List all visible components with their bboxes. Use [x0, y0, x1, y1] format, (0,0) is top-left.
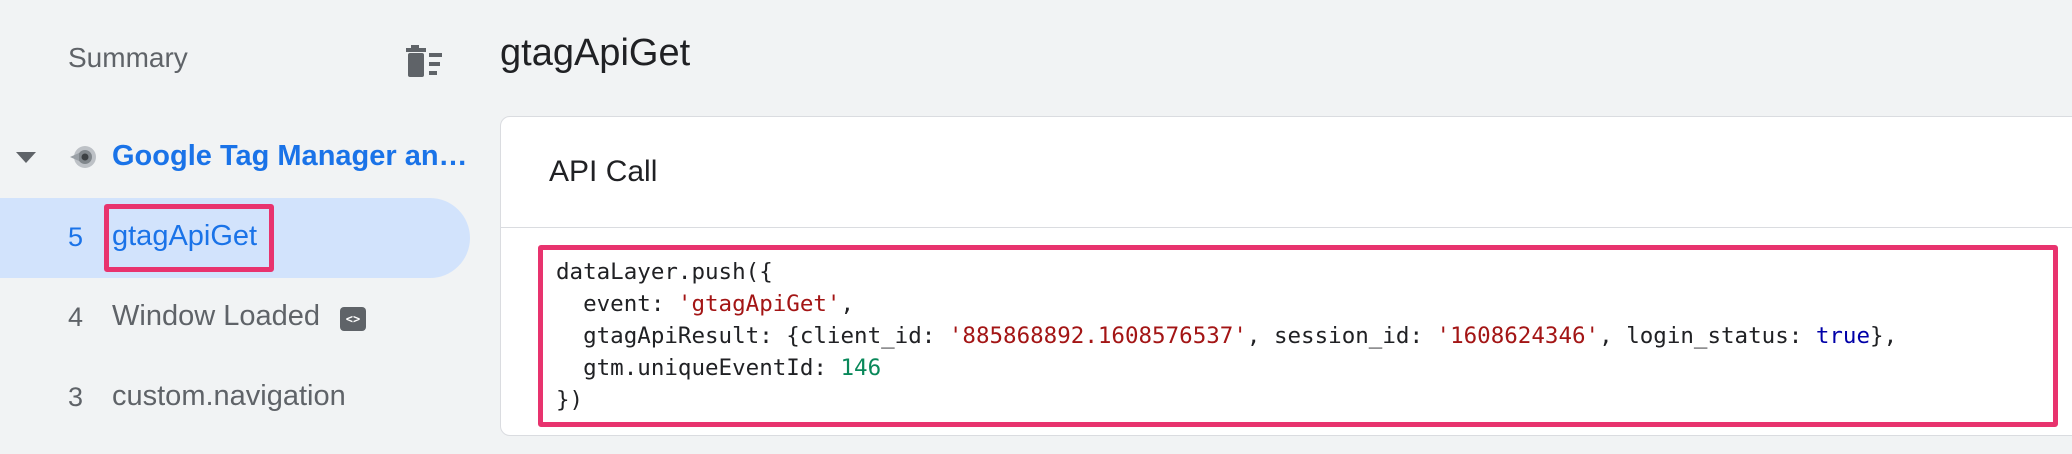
- code-string: '1608624346': [1436, 323, 1600, 349]
- code-string: 'gtagApiGet': [677, 291, 841, 317]
- event-item-window-loaded[interactable]: 4 Window Loaded <>: [0, 278, 470, 358]
- event-label: Window Loaded: [112, 300, 320, 332]
- code-key: session_id: [1273, 323, 1410, 349]
- highlight-annotation: [104, 204, 274, 272]
- container-label: Google Tag Manager an…: [112, 140, 468, 172]
- sidebar: Summary Google Tag Manager an… 5 gtagApi…: [0, 0, 470, 454]
- code-icon: <>: [340, 307, 366, 331]
- code-line: }): [556, 387, 584, 413]
- code-number: 146: [840, 355, 882, 381]
- code-line: dataLayer.push({: [556, 259, 773, 285]
- event-item-custom-navigation[interactable]: 3 custom.navigation: [0, 358, 470, 438]
- event-label: custom.navigation: [112, 380, 346, 412]
- container-icon: [68, 142, 98, 172]
- event-number: 3: [68, 382, 84, 412]
- card-title: API Call: [549, 155, 658, 188]
- page-title: gtagApiGet: [500, 32, 691, 74]
- code-key: client_id: [799, 323, 922, 349]
- code-key: gtagApiResult: [583, 323, 760, 349]
- clear-messages-button[interactable]: [402, 38, 450, 84]
- event-number: 5: [68, 222, 84, 252]
- divider: [501, 227, 2072, 228]
- code-string: '885868892.1608576537': [948, 323, 1247, 349]
- code-block: dataLayer.push({ event: 'gtagApiGet', gt…: [556, 259, 1898, 413]
- delete-sweep-icon: [406, 45, 442, 77]
- event-number: 4: [68, 302, 84, 332]
- code-key: login_status: [1626, 323, 1789, 349]
- api-call-card: API Call dataLayer.push({ event: 'gtagAp…: [500, 116, 2072, 436]
- code-boolean: true: [1815, 323, 1871, 349]
- code-key: event: [583, 291, 651, 317]
- code-highlight-annotation: dataLayer.push({ event: 'gtagApiGet', gt…: [538, 245, 2058, 427]
- code-key: gtm.uniqueEventId: [583, 355, 814, 381]
- event-item-gtagapiget[interactable]: 5 gtagApiGet: [0, 198, 470, 278]
- caret-down-icon[interactable]: [16, 152, 36, 163]
- summary-row[interactable]: Summary: [0, 28, 470, 94]
- summary-label: Summary: [68, 42, 188, 73]
- container-item[interactable]: Google Tag Manager an…: [0, 128, 470, 188]
